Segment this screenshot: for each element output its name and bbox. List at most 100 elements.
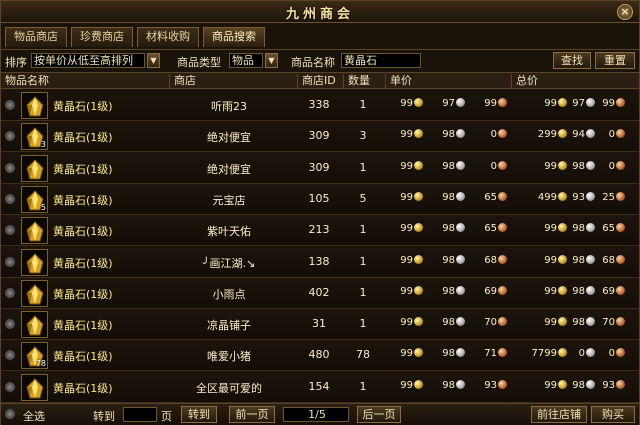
total-price-silver: 98 [565,317,595,331]
total-price-gold: 99 [521,223,567,237]
item-slot[interactable] [21,217,48,244]
copper-coin-icon [616,317,625,326]
row-select-radio[interactable] [5,225,15,235]
shop-id: 138 [308,255,330,268]
row-select-radio[interactable] [5,382,15,392]
tab-material-buy[interactable]: 材料收购 [137,27,199,47]
sort-select[interactable]: 按单价从低至高排列 [31,53,145,68]
item-name: 黄晶石(1级) [53,225,113,238]
item-slot[interactable] [21,374,48,401]
item-slot[interactable] [21,155,48,182]
item-slot[interactable]: 78 [21,342,48,369]
copper-coin-icon [498,380,507,389]
item-slot[interactable] [21,280,48,307]
total-price-copper: 65 [597,223,625,237]
table-row[interactable]: 黄晶石(1级) 全区最可爱的 154 1 99 98 93 99 98 93 [1,372,639,403]
silver-coin-icon [586,161,595,170]
item-name: 黄晶石(1级) [53,288,113,301]
name-input[interactable]: 黄晶石 [341,53,421,68]
select-all-radio[interactable] [5,409,15,419]
col-quantity[interactable]: 数量 [343,74,385,88]
item-name: 黄晶石(1级) [53,131,113,144]
tab-item-shop[interactable]: 物品商店 [5,27,67,47]
total-price-silver: 94 [565,129,595,143]
gold-coin-icon [414,192,423,201]
shop-id: 105 [308,192,330,205]
footer-bar: 全选 转到 页 转到 前一页 1/5 后一页 前往店铺 购买 [1,403,639,425]
unit-price-silver: 98 [433,348,465,362]
item-slot[interactable] [21,249,48,276]
table-row[interactable]: 黄晶石(1级) ╯画江湖.↘ 138 1 99 98 68 99 98 68 [1,247,639,278]
close-button[interactable]: × [617,4,633,20]
table-row[interactable]: 3 黄晶石(1级) 绝对便宜 309 3 99 98 0 299 94 0 [1,121,639,152]
table-row[interactable]: 黄晶石(1级) 凉晶铺子 31 1 99 98 70 99 98 70 [1,309,639,340]
shop-id: 309 [308,161,330,174]
table-row[interactable]: 黄晶石(1级) 听雨23 338 1 99 97 99 99 97 99 [1,90,639,121]
next-page-button[interactable]: 后一页 [357,406,401,423]
table-row[interactable]: 黄晶石(1级) 紫叶天佑 213 1 99 98 65 99 98 65 [1,215,639,246]
tab-bar: 物品商店 珍费商店 材料收购 商品搜索 [5,27,265,47]
col-shop[interactable]: 商店 [169,74,297,88]
total-price-value: 98 [572,286,585,297]
table-row[interactable]: 5 黄晶石(1级) 元宝店 105 5 99 98 65 499 93 25 [1,184,639,215]
type-select[interactable]: 物品 [229,53,263,68]
silver-coin-icon [586,255,595,264]
table-row[interactable]: 黄晶石(1级) 绝对便宜 309 1 99 98 0 99 98 0 [1,153,639,184]
row-select-radio[interactable] [5,319,15,329]
gold-coin-icon [414,286,423,295]
unit-price-value: 65 [484,192,497,203]
item-slot[interactable] [21,311,48,338]
copper-coin-icon [616,380,625,389]
unit-price-value: 71 [484,348,497,359]
row-select-radio[interactable] [5,194,15,204]
goto-button[interactable]: 转到 [181,406,217,423]
type-dropdown-icon[interactable]: ▼ [265,53,278,68]
total-price-value: 68 [602,255,615,266]
total-price-value: 97 [572,98,585,109]
unit-price-value: 68 [484,255,497,266]
silver-coin-icon [586,317,595,326]
copper-coin-icon [616,161,625,170]
table-row[interactable]: 78 黄晶石(1级) 唯爱小猪 480 78 99 98 71 7799 0 0 [1,340,639,371]
row-select-radio[interactable] [5,350,15,360]
unit-price-silver: 98 [433,192,465,206]
item-slot[interactable] [21,92,48,119]
shop-name: 小雨点 [212,288,246,301]
buy-button[interactable]: 购买 [591,406,635,423]
unit-price-silver: 98 [433,255,465,269]
sort-dropdown-icon[interactable]: ▼ [147,53,160,68]
col-unit-price[interactable]: 单价 [385,74,511,88]
total-price-value: 25 [602,192,615,203]
col-total-price[interactable]: 总价 [511,74,639,88]
total-price-gold: 499 [521,192,567,206]
stack-count: 5 [40,203,46,212]
tab-rare-shop[interactable]: 珍费商店 [71,27,133,47]
row-select-radio[interactable] [5,288,15,298]
shop-name: 绝对便宜 [207,131,251,144]
unit-price-gold: 99 [391,223,423,237]
shop-id: 213 [308,223,330,236]
table-row[interactable]: 黄晶石(1级) 小雨点 402 1 99 98 69 99 98 69 [1,278,639,309]
row-select-radio[interactable] [5,131,15,141]
shop-name: 唯爱小猪 [207,350,251,363]
unit-price-value: 99 [484,98,497,109]
col-shop-id[interactable]: 商店ID [297,74,343,88]
silver-coin-icon [586,348,595,357]
item-slot[interactable]: 5 [21,186,48,213]
goto-page-input[interactable] [123,407,157,422]
total-price-value: 0 [608,129,615,140]
reset-button[interactable]: 重置 [595,52,635,69]
unit-price-value: 98 [442,192,455,203]
visit-shop-button[interactable]: 前往店铺 [531,406,587,423]
goto-label: 转到 [93,410,115,423]
col-item-name[interactable]: 物品名称 [1,74,165,88]
row-select-radio[interactable] [5,163,15,173]
prev-page-button[interactable]: 前一页 [229,406,275,423]
tab-item-search[interactable]: 商品搜索 [203,27,265,47]
search-button[interactable]: 查找 [553,52,591,69]
item-slot[interactable]: 3 [21,123,48,150]
row-select-radio[interactable] [5,100,15,110]
row-select-radio[interactable] [5,257,15,267]
unit-price-copper: 65 [475,223,507,237]
copper-coin-icon [616,223,625,232]
